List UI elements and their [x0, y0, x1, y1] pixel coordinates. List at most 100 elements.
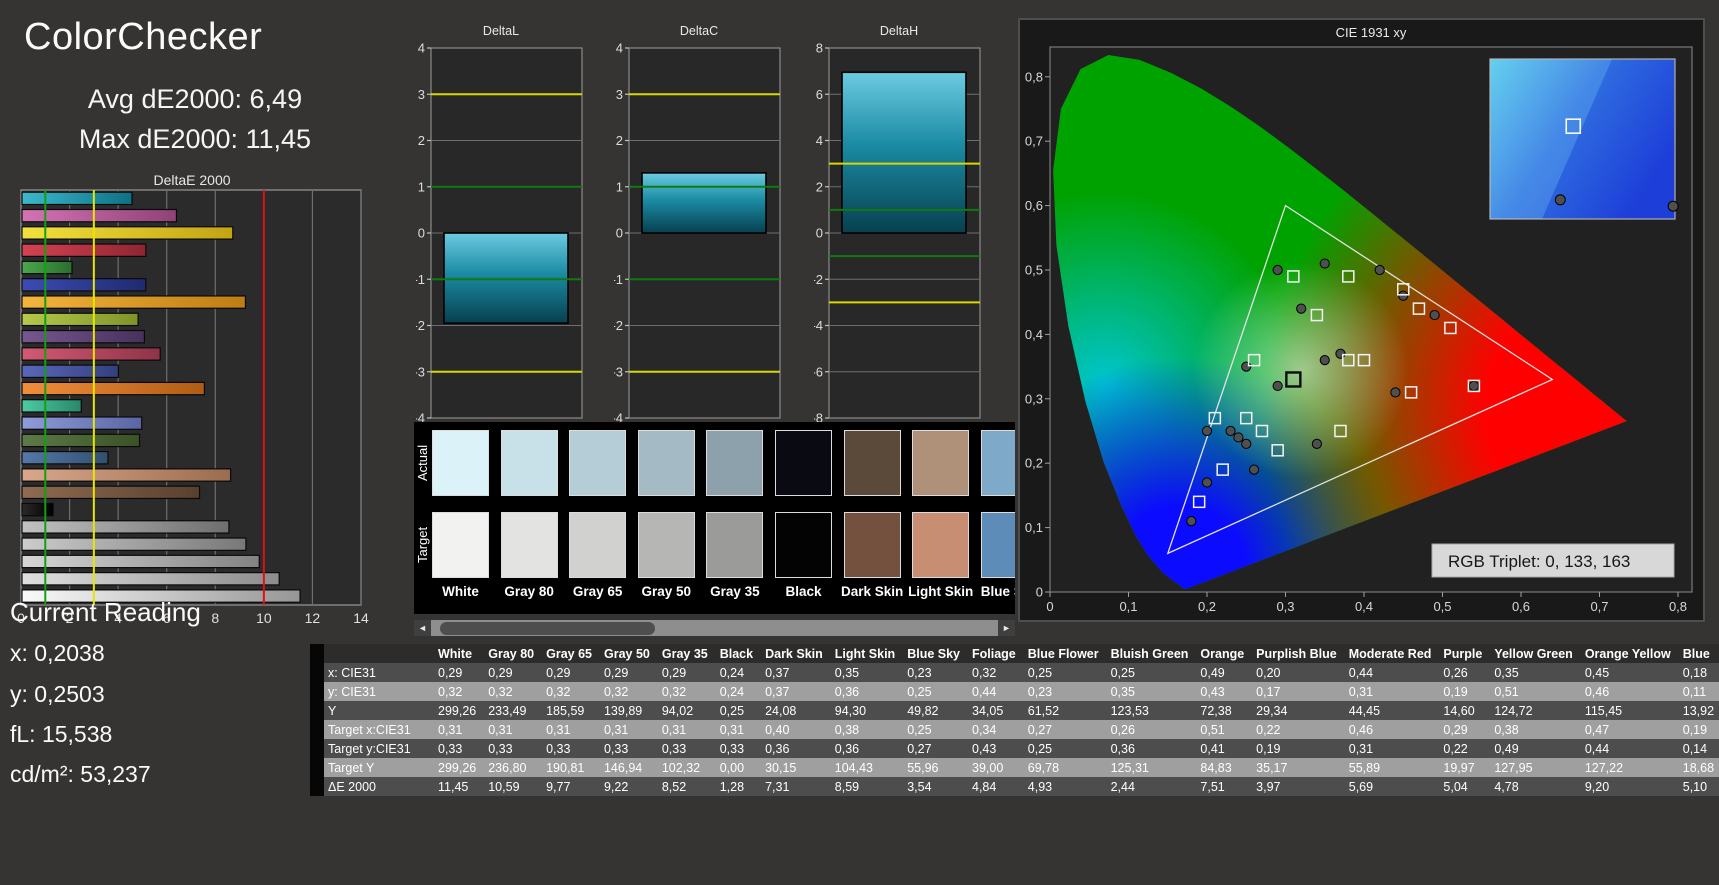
- deltae-bar-black: [21, 502, 54, 517]
- current-reading-title: Current Reading: [10, 597, 201, 627]
- table-col-orange: Orange: [1194, 644, 1251, 663]
- table-col-black: Black: [713, 644, 760, 663]
- swatch-actual-white: [432, 430, 489, 496]
- table-row: x: CIE31 0,29 0,29 0,29 0,29 0,29 0,24 0,37 0,35…: [324, 663, 1719, 682]
- swatch-target-white: [432, 512, 489, 578]
- table-col-yellow-green: Yellow Green: [1488, 644, 1579, 663]
- svg-text:0,8: 0,8: [1669, 599, 1687, 614]
- cie-diagram-panel: CIE 1931 xy 0 0 0,1 0,1 0,2 0,2 0,3 0,3 0,4 0,4 0,5…: [1018, 18, 1705, 622]
- swatch-scrollbar[interactable]: ◄ ►: [414, 620, 1015, 636]
- table-col-dark-skin: Dark Skin: [759, 644, 829, 663]
- deltal-bar-chart: 4 3 2 1 0 -1 -2 -3 -4: [416, 41, 583, 423]
- swatch-target-gray-35: [706, 512, 764, 578]
- scrollbar-thumb[interactable]: [440, 621, 655, 635]
- swatch-target-gray-65: [569, 512, 627, 578]
- svg-text:-1: -1: [614, 272, 623, 287]
- swatch-label-dark-skin: Dark Skin: [840, 584, 904, 599]
- svg-text:-4: -4: [614, 411, 623, 423]
- deltae-bar-gray-65: [21, 554, 260, 569]
- svg-text:4: 4: [816, 133, 823, 148]
- swatch-target-gray-80: [500, 512, 558, 578]
- svg-text:6: 6: [816, 87, 823, 102]
- deltae-bar-foliage: [21, 433, 141, 448]
- measured-point: [1296, 303, 1307, 314]
- svg-text:-4: -4: [814, 318, 823, 333]
- svg-text:0,5: 0,5: [1433, 599, 1451, 614]
- svg-text:3: 3: [616, 87, 623, 102]
- svg-text:-2: -2: [814, 272, 823, 287]
- swatch-actual-gray-80: [500, 430, 558, 496]
- table-row: y: CIE31 0,32 0,32 0,32 0,32 0,32 0,24 0,37 0,36…: [324, 682, 1719, 701]
- deltae-bar-purple: [21, 329, 146, 344]
- svg-text:-2: -2: [614, 318, 623, 333]
- swatch-target-dark-skin: [843, 512, 901, 578]
- svg-text:0,7: 0,7: [1025, 134, 1043, 149]
- measured-point: [1429, 309, 1440, 321]
- swatch-label-black: Black: [785, 584, 822, 599]
- current-reading-y: y: 0,2503: [10, 681, 105, 707]
- swatch-label-gray-35: Gray 35: [710, 584, 760, 599]
- deltae-bar-yellow: [21, 226, 234, 240]
- svg-text:2: 2: [816, 179, 823, 194]
- svg-text:1: 1: [616, 179, 623, 194]
- deltae-bar-blue-sky: [21, 450, 109, 465]
- table-col-gray-35: Gray 35: [655, 644, 714, 663]
- svg-text:-8: -8: [814, 411, 823, 423]
- table-col-moderate-red: Moderate Red: [1342, 644, 1438, 663]
- deltac-bar-chart: 4 3 2 1 0 -1 -2 -3 -4: [614, 41, 781, 423]
- table-col-purplish-blue: Purplish Blue: [1250, 644, 1343, 663]
- svg-text:8: 8: [816, 41, 823, 56]
- svg-text:-4: -4: [416, 411, 425, 423]
- measured-point: [1225, 425, 1236, 437]
- current-reading-fl: fL: 15,538: [10, 721, 113, 747]
- svg-text:0,3: 0,3: [1276, 599, 1294, 614]
- deltae-bar-dark-skin: [21, 485, 201, 500]
- svg-text:0,5: 0,5: [1025, 263, 1043, 278]
- cie-zoom-inset: [1489, 58, 1679, 220]
- svg-text:8: 8: [211, 610, 219, 626]
- svg-text:0,1: 0,1: [1025, 520, 1043, 535]
- swatch-label-white: White: [442, 584, 479, 599]
- scroll-left-icon[interactable]: ◄: [414, 620, 431, 636]
- measurement-table: White Gray 80 Gray 65 Gray 50 Gray 35 Black Da…: [324, 644, 1719, 796]
- rgb-triplet-readout: RGB Triplet: 0, 133, 163: [1448, 552, 1630, 571]
- svg-text:-1: -1: [416, 272, 425, 287]
- svg-text:0,6: 0,6: [1512, 599, 1530, 614]
- measured-point: [1272, 264, 1283, 276]
- deltac-bar: [641, 172, 767, 234]
- svg-text:0,4: 0,4: [1025, 327, 1043, 342]
- svg-text:0: 0: [616, 226, 623, 241]
- scroll-right-icon[interactable]: ►: [998, 620, 1015, 636]
- svg-text:4: 4: [616, 41, 623, 56]
- swatch-label-gray-65: Gray 65: [572, 584, 623, 599]
- deltae-bar-purplish-blue: [21, 364, 120, 379]
- table-col-bluish-green: Bluish Green: [1104, 644, 1195, 663]
- svg-text:0: 0: [1036, 585, 1043, 600]
- table-col-gray-50: Gray 50: [597, 644, 656, 663]
- measured-point: [1241, 438, 1252, 449]
- swatch-actual-blue-sky: [980, 430, 1015, 496]
- deltae-bar-green: [21, 260, 73, 275]
- deltae-bar-blue: [21, 278, 147, 292]
- deltae-bar-gray-80: [21, 572, 280, 586]
- deltae-bar-gray-35: [21, 520, 230, 534]
- measured-point: [1201, 477, 1213, 488]
- deltae-bar-blue-flower: [21, 416, 143, 430]
- deltae-bar-red: [21, 243, 147, 257]
- measured-point: [1249, 464, 1260, 475]
- swatch-label-light-skin: Light Skin: [908, 584, 974, 599]
- swatch-label-blue-sky: Blue Sky: [980, 584, 1015, 599]
- table-left-strip: [310, 644, 324, 796]
- table-col-gray-80: Gray 80: [482, 644, 541, 663]
- measured-point: [1233, 432, 1244, 443]
- table-col-blue: Blue: [1676, 644, 1719, 663]
- measured-point: [1374, 264, 1385, 276]
- measured-point: [1186, 516, 1197, 527]
- swatch-actual-gray-50: [637, 430, 695, 496]
- deltae-bar-orange-yellow: [21, 295, 247, 309]
- table-row: Target x:CIE31 0,31 0,31 0,31 0,31 0,31 0,31 0,…: [324, 720, 1719, 739]
- colorchecker-screen: ColorChecker Avg dE2000: 6,49 Max dE2000…: [0, 0, 1719, 885]
- swatch-row-label-target: Target: [415, 526, 430, 564]
- svg-text:2: 2: [616, 133, 623, 148]
- table-row: ΔE 2000 11,45 10,59 9,77 9,22 8,52 1,28 7,31 8,5…: [324, 777, 1719, 796]
